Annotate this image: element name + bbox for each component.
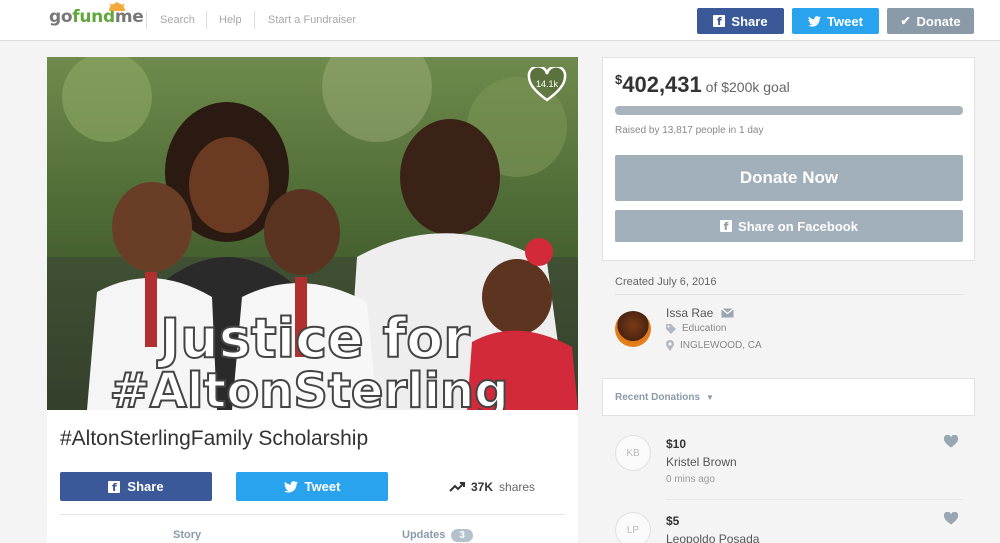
- nav-divider: [254, 11, 255, 29]
- heart-icon[interactable]: [944, 512, 958, 525]
- goal-progress-bar: [615, 106, 963, 115]
- campaign-title: #AltonSterlingFamily Scholarship: [60, 427, 369, 450]
- tag-icon: [666, 323, 676, 334]
- donation-amount: $10: [666, 437, 687, 451]
- nav-divider: [206, 11, 207, 29]
- facebook-icon: f: [713, 15, 726, 28]
- heart-icon[interactable]: [944, 435, 958, 448]
- nav-search-link[interactable]: Search: [160, 14, 195, 26]
- organizer-divider: [615, 294, 963, 295]
- twitter-icon: [283, 480, 298, 493]
- raised-amount: 402,431: [622, 72, 702, 97]
- campaign-share-button[interactable]: f Share: [60, 472, 212, 501]
- caret-down-icon: ▼: [706, 393, 714, 402]
- shares-label: shares: [499, 480, 536, 494]
- organizer-name-row: Issa Rae: [666, 306, 735, 320]
- header-donate-button[interactable]: ✔ Donate: [887, 8, 974, 34]
- campaign-share-label: Share: [127, 479, 164, 494]
- updates-count-badge: 3: [451, 529, 473, 542]
- header-tweet-label: Tweet: [827, 13, 863, 29]
- donation-amount: $5: [666, 514, 680, 528]
- organizer-location: INGLEWOOD, CA: [680, 340, 762, 351]
- envelope-icon[interactable]: [721, 308, 735, 318]
- header-share-button[interactable]: f Share: [697, 8, 784, 34]
- recent-donations-label: Recent Donations: [615, 392, 701, 403]
- donor-avatar: LP: [615, 512, 651, 543]
- favorite-heart-button[interactable]: 14.1k: [527, 65, 567, 103]
- donate-now-button[interactable]: Donate Now: [615, 155, 963, 201]
- nav-start-fundraiser-link[interactable]: Start a Fundraiser: [268, 14, 356, 26]
- top-navigation-bar: gofundme Search Help Start a Fundraiser …: [0, 0, 1000, 41]
- donation-goal-card: $402,431 of $200k goal Raised by 13,817 …: [602, 57, 975, 261]
- campaign-tweet-label: Tweet: [304, 479, 341, 494]
- donor-name: Leopoldo Posada: [666, 532, 760, 543]
- facebook-icon: f: [720, 220, 733, 233]
- facebook-icon: f: [108, 480, 121, 494]
- campaign-tweet-button[interactable]: Tweet: [236, 472, 388, 501]
- created-date: Created July 6, 2016: [615, 276, 717, 288]
- donor-avatar: KB: [615, 435, 651, 471]
- donation-divider: [666, 499, 963, 500]
- amount-raised: $402,431 of $200k goal: [615, 72, 790, 98]
- nav-divider: [146, 11, 147, 29]
- header-tweet-button[interactable]: Tweet: [792, 8, 879, 34]
- tab-story[interactable]: Story: [173, 529, 201, 541]
- recent-donations-header[interactable]: Recent Donations ▼: [602, 378, 975, 416]
- checkmark-icon: ✔: [900, 14, 911, 28]
- logo-go: go: [49, 7, 73, 27]
- organizer-avatar[interactable]: [615, 311, 651, 347]
- family-photo-illustration: Justice for #AltonSterling: [47, 57, 578, 410]
- trending-up-icon: [449, 482, 465, 492]
- donation-time: 0 mins ago: [666, 474, 715, 485]
- twitter-icon: [808, 15, 822, 27]
- organizer-name[interactable]: Issa Rae: [666, 306, 713, 320]
- donor-name: Kristel Brown: [666, 455, 737, 469]
- heart-count: 14.1k: [535, 79, 559, 89]
- location-pin-icon: [666, 340, 674, 351]
- shares-count: 37K: [471, 480, 494, 494]
- photo-caption-line1: Justice for: [156, 307, 470, 370]
- header-share-label: Share: [731, 13, 768, 29]
- goal-text: of $200k goal: [705, 79, 790, 95]
- photo-caption-line2: #AltonSterling: [109, 363, 508, 410]
- organizer-category-row: Education: [666, 323, 726, 334]
- tabs-divider: [60, 514, 565, 515]
- organizer-category[interactable]: Education: [682, 323, 726, 334]
- header-donate-label: Donate: [916, 13, 961, 29]
- share-on-facebook-button[interactable]: f Share on Facebook: [615, 210, 963, 242]
- tab-updates[interactable]: Updates 3: [402, 529, 473, 542]
- shares-counter: 37K shares: [449, 480, 535, 494]
- raised-by-text: Raised by 13,817 people in 1 day: [615, 125, 764, 136]
- gofundme-logo[interactable]: gofundme: [49, 2, 144, 27]
- recent-donations-toggle[interactable]: Recent Donations ▼: [615, 392, 714, 403]
- tab-updates-label: Updates: [402, 529, 446, 541]
- organizer-location-row: INGLEWOOD, CA: [666, 340, 762, 351]
- nav-help-link[interactable]: Help: [219, 14, 242, 26]
- goal-progress-fill: [615, 106, 963, 115]
- campaign-photo: Justice for #AltonSterling 14.1k: [47, 57, 578, 410]
- logo-sun-icon: [109, 2, 125, 11]
- share-on-facebook-label: Share on Facebook: [738, 218, 858, 234]
- campaign-card: Justice for #AltonSterling 14.1k #AltonS…: [47, 57, 578, 543]
